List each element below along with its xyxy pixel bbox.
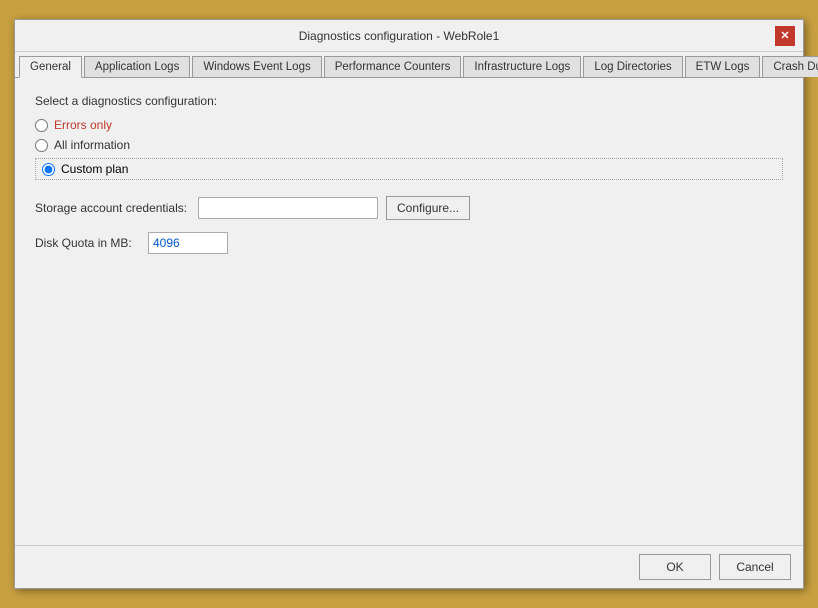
tab-etw-logs[interactable]: ETW Logs	[685, 56, 761, 77]
tab-application-logs[interactable]: Application Logs	[84, 56, 190, 77]
custom-plan-radio[interactable]	[42, 163, 55, 176]
storage-row: Storage account credentials: Configure..…	[35, 196, 783, 220]
footer: OK Cancel	[15, 545, 803, 588]
tab-performance-counters[interactable]: Performance Counters	[324, 56, 462, 77]
cancel-button[interactable]: Cancel	[719, 554, 791, 580]
custom-plan-row[interactable]: Custom plan	[35, 158, 783, 180]
tab-general[interactable]: General	[19, 56, 82, 78]
close-button[interactable]: ✕	[775, 26, 795, 46]
storage-input[interactable]	[198, 197, 378, 219]
dialog-title: Diagnostics configuration - WebRole1	[23, 29, 775, 43]
tab-infrastructure-logs[interactable]: Infrastructure Logs	[463, 56, 581, 77]
radio-group: Errors only All information Custom plan	[35, 118, 783, 180]
radio-all-information[interactable]: All information	[35, 138, 783, 152]
content-area: Select a diagnostics configuration: Erro…	[15, 78, 803, 545]
title-bar: Diagnostics configuration - WebRole1 ✕	[15, 20, 803, 52]
section-label: Select a diagnostics configuration:	[35, 94, 783, 108]
tab-windows-event-logs[interactable]: Windows Event Logs	[192, 56, 321, 77]
ok-button[interactable]: OK	[639, 554, 711, 580]
disk-quota-input[interactable]	[148, 232, 228, 254]
tab-crash-dumps[interactable]: Crash Dumps	[762, 56, 818, 77]
close-icon: ✕	[780, 29, 789, 42]
errors-only-label: Errors only	[54, 118, 112, 132]
tabs-container: GeneralApplication LogsWindows Event Log…	[15, 52, 803, 78]
radio-errors-only[interactable]: Errors only	[35, 118, 783, 132]
all-information-radio[interactable]	[35, 139, 48, 152]
disk-quota-label: Disk Quota in MB:	[35, 236, 140, 250]
storage-label: Storage account credentials:	[35, 201, 190, 215]
custom-plan-label: Custom plan	[61, 162, 128, 176]
dialog: Diagnostics configuration - WebRole1 ✕ G…	[14, 19, 804, 589]
configure-button[interactable]: Configure...	[386, 196, 470, 220]
disk-quota-row: Disk Quota in MB:	[35, 232, 783, 254]
errors-only-radio[interactable]	[35, 119, 48, 132]
tab-log-directories[interactable]: Log Directories	[583, 56, 682, 77]
all-information-label: All information	[54, 138, 130, 152]
